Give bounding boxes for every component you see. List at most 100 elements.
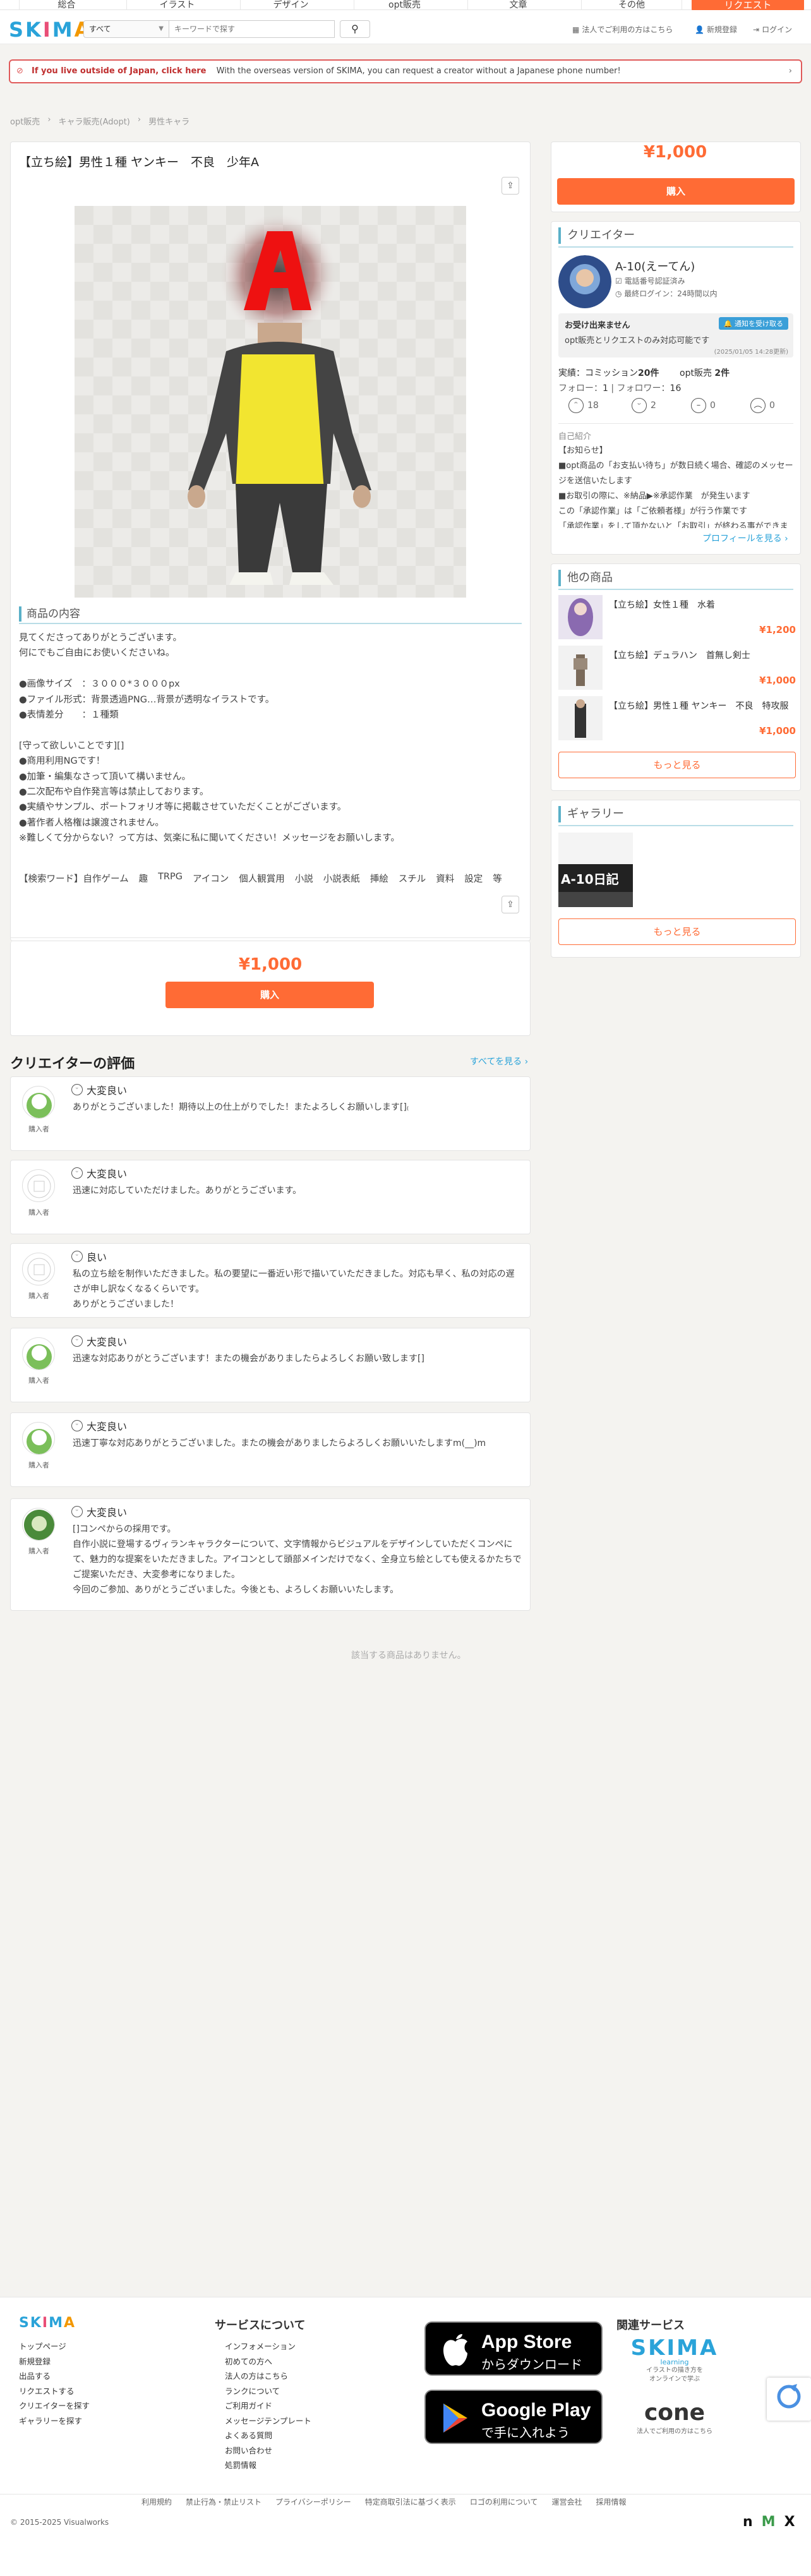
login-link[interactable]: ⇥ ログイン	[753, 24, 792, 35]
corp-link[interactable]: ▦ 法人でご利用の方はこちら	[572, 24, 673, 35]
creator-name[interactable]: A-10(えーてん)	[615, 258, 695, 274]
site-footer: SKIMA トップページ 新規登録 出品する リクエストする クリエイターを探す…	[0, 2297, 811, 2576]
pixiv-icon[interactable]: M	[762, 2514, 776, 2530]
creator-avatar[interactable]	[558, 255, 611, 308]
overseas-banner[interactable]: ⊘ If you live outside of Japan, click he…	[9, 59, 802, 83]
footer-legal-link[interactable]: ロゴの利用について	[470, 2496, 538, 2507]
feedback-good: ᵕ2	[632, 398, 656, 413]
other-product-item[interactable]: 【立ち絵】デュラハン 首無し剣士 ¥1,000	[558, 646, 796, 691]
footer-legal-links: 利用規約 禁止行為・禁止リスト プライバシーポリシー 特定商取引法に基づく表示 …	[141, 2496, 627, 2507]
bell-icon: 🔔	[723, 320, 735, 328]
review-rating: ᵕ 大変良い	[71, 1082, 127, 1097]
skima-logo[interactable]: SKIMA	[9, 18, 92, 42]
keyword[interactable]: 設定	[464, 872, 483, 885]
keyword[interactable]: 趣	[139, 872, 148, 885]
keyword[interactable]: 小説表紙	[323, 872, 360, 885]
google-play-button[interactable]: Google Play で手に入れよう	[424, 2390, 603, 2444]
breadcrumb-male[interactable]: 男性キャラ	[148, 115, 189, 127]
nav-other[interactable]: その他	[581, 0, 682, 10]
reviewer-role: 購入者	[28, 1547, 49, 1555]
search-input[interactable]	[169, 20, 335, 38]
product-image[interactable]	[75, 206, 466, 598]
nav-opt[interactable]: opt販売	[354, 0, 455, 10]
buy-button[interactable]: 購入	[165, 982, 374, 1008]
skima-learning-link[interactable]: SKIMA learning イラストの描き方を オンラインで学ぶ	[629, 2335, 720, 2384]
footer-link[interactable]: トップページ	[19, 2339, 90, 2354]
review-item: 購入者 ᵕ 大変良い 迅速な対応ありがとうございます！またの機会がありましたらよろ…	[10, 1328, 531, 1402]
signup-link[interactable]: 👤 新規登録	[695, 24, 737, 35]
app-store-button[interactable]: App Store からダウンロード	[424, 2321, 603, 2376]
footer-link[interactable]: 出品する	[19, 2369, 90, 2384]
footer-legal-link[interactable]: 採用情報	[596, 2496, 626, 2507]
footer-link[interactable]: お問い合わせ	[225, 2443, 311, 2459]
footer-link[interactable]: リクエストする	[19, 2384, 90, 2399]
reviewer-role: 購入者	[28, 1292, 49, 1300]
divider	[558, 825, 793, 826]
gallery-more-button[interactable]: もっと見る	[558, 918, 796, 945]
footer-link[interactable]: 処罰情報	[225, 2458, 311, 2473]
footer-link[interactable]: メッセージテンプレート	[225, 2414, 311, 2429]
play-icon	[443, 2404, 467, 2433]
footer-legal-link[interactable]: 特定商取引法に基づく表示	[365, 2496, 456, 2507]
nav-writing[interactable]: 文章	[467, 0, 568, 10]
footer-link[interactable]: ギャラリーを探す	[19, 2414, 90, 2429]
product-thumbnail	[558, 595, 603, 639]
sidebar-buy-button[interactable]: 購入	[557, 178, 795, 205]
search-button[interactable]: ⚲	[340, 20, 370, 38]
avatar	[22, 1422, 55, 1455]
review-rating: ᵕ 大変良い	[71, 1504, 127, 1519]
see-all-reviews-link[interactable]: すべてを見る ›	[470, 1055, 528, 1068]
keyword[interactable]: TRPG	[158, 872, 183, 885]
last-login: ◷ 最終ログイン：24時間以内	[615, 289, 718, 298]
other-product-item[interactable]: 【立ち絵】男性１種 ヤンキー 不良 特攻服 ¥1,000	[558, 696, 796, 742]
footer-legal-link[interactable]: 運営会社	[551, 2496, 582, 2507]
share-button[interactable]: ⇪	[502, 177, 519, 195]
footer-link[interactable]: ランクについて	[225, 2384, 311, 2399]
category-select[interactable]: すべて ▼	[83, 20, 169, 38]
nav-illust[interactable]: イラスト	[126, 0, 227, 10]
divider	[558, 589, 793, 590]
gallery-heading: ギャラリー	[558, 806, 624, 822]
gallery-thumbnail[interactable]: A-10日記	[558, 833, 633, 907]
notify-button[interactable]: 🔔 通知を受け取る	[718, 317, 788, 330]
footer-link[interactable]: ご利用ガイド	[225, 2398, 311, 2414]
nav-design[interactable]: デザイン	[240, 0, 341, 10]
footer-legal-link[interactable]: 利用規約	[141, 2496, 172, 2507]
social-icons: n M X	[743, 2514, 795, 2530]
other-product-item[interactable]: 【立ち絵】女性１種 水着 ¥1,200	[558, 595, 796, 641]
footer-link[interactable]: 新規登録	[19, 2354, 90, 2369]
service-heading: サービスについて	[215, 2319, 306, 2332]
footer-link[interactable]: 初めての方へ	[225, 2354, 311, 2369]
keyword[interactable]: スチル	[399, 872, 426, 885]
keyword[interactable]: 小説	[295, 872, 313, 885]
profile-link[interactable]: プロフィールを見る ›	[702, 532, 788, 545]
footer-link[interactable]: クリエイターを探す	[19, 2398, 90, 2414]
review-rating: ᵕ 大変良い	[71, 1333, 127, 1349]
smile-icon: ᵕ	[71, 1506, 83, 1517]
breadcrumb-opt[interactable]: opt販売	[10, 115, 40, 127]
review-text: 迅速丁寧な対応ありがとうございました。またの機会がありましたらよろしくお願いいた…	[73, 1438, 486, 1448]
avatar	[22, 1337, 55, 1370]
keyword[interactable]: 資料	[436, 872, 454, 885]
nav-general[interactable]: 総合	[19, 0, 114, 10]
top-nav: 総合 イラスト デザイン opt販売 文章 その他 リクエスト	[0, 0, 811, 13]
keyword[interactable]: 挿絵	[370, 872, 388, 885]
copyright: © 2015-2025 Visualworks	[10, 2518, 109, 2527]
footer-link[interactable]: よくある質問	[225, 2428, 311, 2443]
footer-link[interactable]: インフォメーション	[225, 2339, 311, 2354]
footer-logo[interactable]: SKIMA	[19, 2315, 76, 2331]
breadcrumb-adopt[interactable]: キャラ販売(Adopt)	[59, 115, 130, 127]
footer-legal-link[interactable]: 禁止行為・禁止リスト	[186, 2496, 261, 2507]
note-icon[interactable]: n	[743, 2514, 753, 2530]
gallery-caption: A-10日記	[561, 872, 619, 887]
recaptcha-badge[interactable]	[767, 2378, 811, 2421]
more-products-button[interactable]: もっと見る	[558, 752, 796, 778]
smile-icon: ᵕ	[71, 1420, 83, 1431]
keyword[interactable]: アイコン	[193, 872, 229, 885]
share-button-bottom[interactable]: ⇪	[502, 896, 519, 913]
cone-link[interactable]: cone 法人でご利用の方はこちら	[629, 2400, 720, 2435]
footer-link[interactable]: 法人の方はこちら	[225, 2369, 311, 2384]
footer-legal-link[interactable]: プライバシーポリシー	[275, 2496, 351, 2507]
x-icon[interactable]: X	[784, 2514, 795, 2530]
keyword[interactable]: 個人観賞用	[239, 872, 285, 885]
